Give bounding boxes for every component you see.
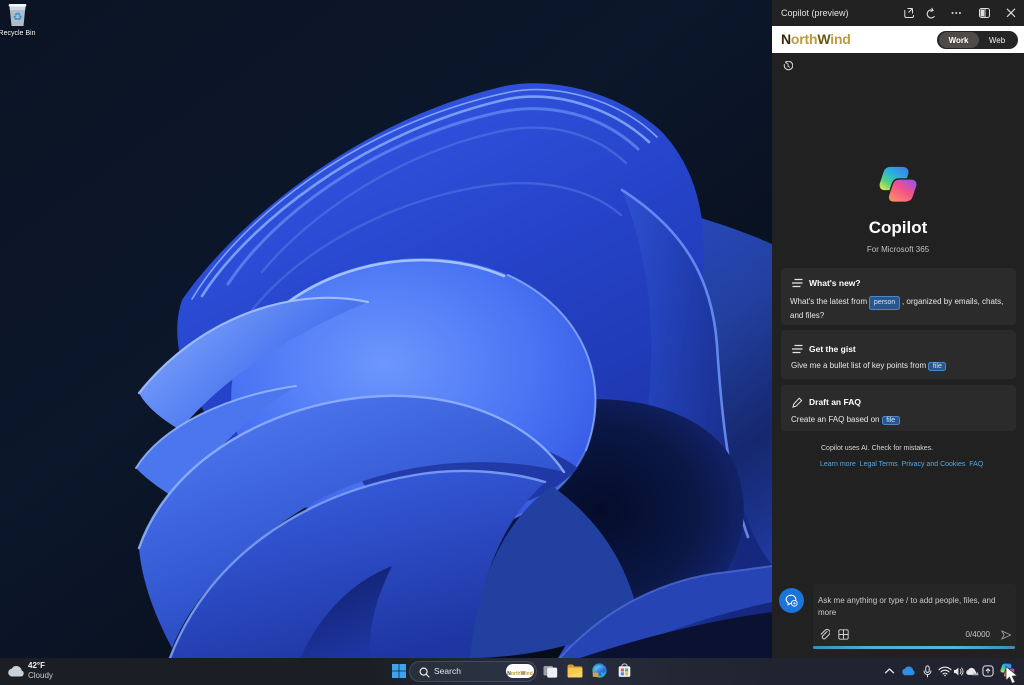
svg-text:♻: ♻: [12, 12, 22, 24]
